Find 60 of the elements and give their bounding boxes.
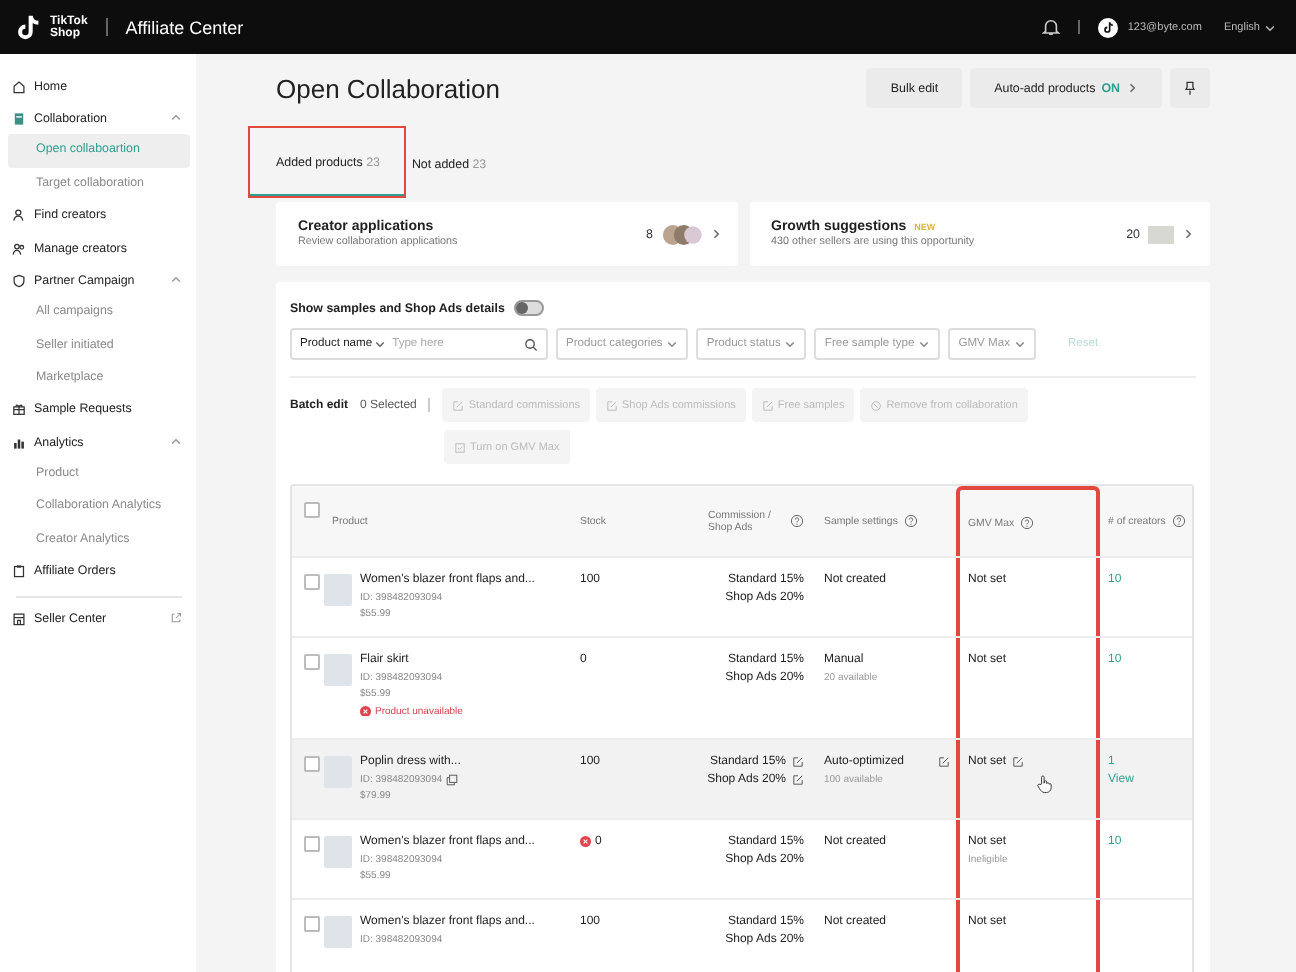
row-checkbox[interactable]	[304, 574, 320, 590]
thumbnail-placeholder	[1148, 225, 1174, 243]
chevron-down-icon	[666, 338, 679, 350]
pin-icon	[1182, 80, 1198, 96]
music-note-logo-icon	[14, 14, 40, 40]
product-photo-placeholder	[324, 916, 352, 948]
app-title: Affiliate Center	[125, 17, 244, 37]
edit-icon[interactable]	[1012, 756, 1025, 768]
edit-icon[interactable]	[792, 774, 804, 786]
checkbox-icon	[454, 441, 466, 453]
chevron-right-icon	[1182, 228, 1194, 240]
edit-icon	[606, 399, 619, 411]
error-icon	[580, 836, 591, 848]
chevron-down-icon	[374, 338, 387, 350]
bell-icon[interactable]	[1041, 18, 1060, 36]
edit-icon	[761, 399, 774, 411]
chevron-down-icon	[1264, 21, 1276, 33]
chevron-down-icon	[1013, 338, 1026, 350]
search-icon	[524, 337, 538, 351]
store-icon	[12, 611, 26, 626]
row-checkbox[interactable]	[304, 654, 320, 670]
prohibited-icon	[870, 399, 883, 411]
help-icon[interactable]	[1171, 514, 1186, 528]
external-link-icon	[170, 612, 182, 625]
avatar-group-icon	[661, 223, 701, 245]
edit-icon[interactable]	[792, 756, 804, 768]
avatar-icon[interactable]	[1097, 17, 1118, 37]
bar-chart-icon	[12, 435, 26, 450]
toggle-switch[interactable]	[514, 300, 545, 316]
page-title: Open Collaboration	[276, 73, 501, 103]
clipboard-icon	[12, 564, 26, 579]
row-checkbox[interactable]	[304, 836, 320, 852]
help-icon[interactable]	[1020, 516, 1035, 530]
product-photo-placeholder	[324, 836, 352, 868]
chevron-up-icon	[170, 436, 182, 449]
row-checkbox[interactable]	[304, 916, 320, 932]
select-all-checkbox[interactable]	[304, 502, 320, 518]
chevron-right-icon	[1126, 82, 1138, 94]
error-icon	[360, 705, 371, 717]
chevron-down-icon	[784, 338, 797, 350]
gift-icon	[12, 402, 26, 417]
document-icon	[12, 111, 26, 126]
product-photo-placeholder	[324, 574, 352, 606]
edit-icon[interactable]	[938, 756, 950, 768]
pin-button[interactable]	[1170, 68, 1210, 108]
home-icon	[12, 79, 26, 94]
edit-icon	[452, 399, 465, 411]
copy-icon[interactable]	[446, 773, 459, 785]
chevron-up-icon	[170, 274, 182, 287]
chevron-down-icon	[918, 338, 931, 350]
hand-cursor-icon	[1036, 774, 1052, 794]
help-icon[interactable]	[903, 514, 918, 528]
product-photo-placeholder	[324, 654, 352, 686]
chevron-right-icon	[709, 228, 721, 240]
help-icon[interactable]	[790, 514, 804, 528]
people-icon	[12, 241, 26, 256]
row-checkbox[interactable]	[304, 756, 320, 772]
chevron-up-icon	[170, 112, 182, 125]
person-icon	[12, 208, 26, 223]
shield-icon	[12, 273, 26, 288]
